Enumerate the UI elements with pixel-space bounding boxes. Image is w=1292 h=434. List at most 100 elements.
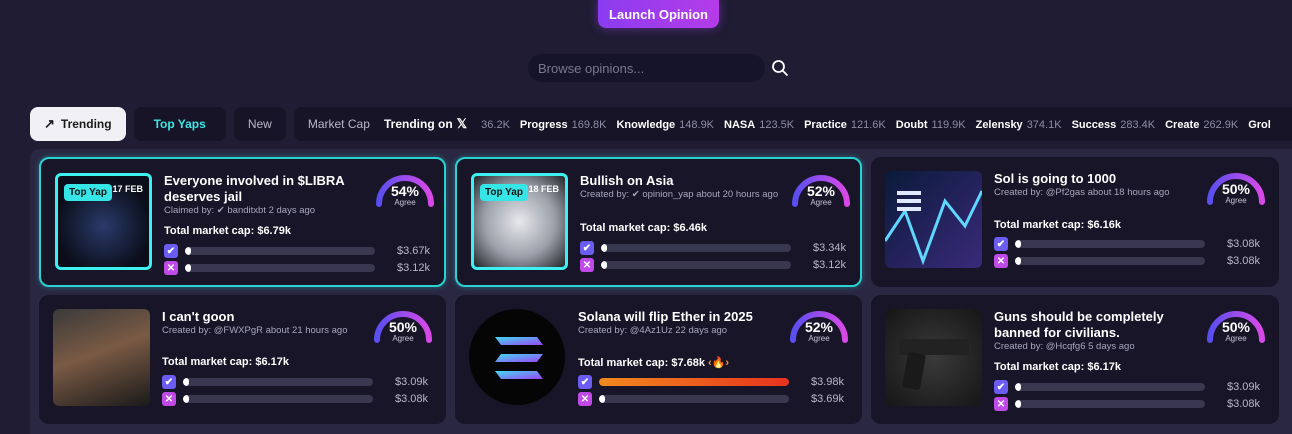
tab-label: Market Cap	[307, 117, 370, 131]
opinion-title[interactable]: Everyone involved in $LIBRA deserves jai…	[164, 173, 364, 205]
no-amount: $3.12k	[396, 262, 430, 274]
no-progress-fill	[1015, 257, 1021, 265]
opinion-thumbnail[interactable]	[885, 309, 982, 406]
ticker-item[interactable]: Zelensky 374.1K	[976, 119, 1062, 131]
yes-amount: $3.09k	[1226, 381, 1260, 393]
agree-percentage: 54%	[390, 183, 420, 199]
no-amount: $3.08k	[1226, 398, 1260, 410]
agree-percentage: 52%	[804, 319, 834, 335]
opinion-title[interactable]: Sol is going to 1000	[994, 171, 1194, 187]
ticker-item[interactable]: Grol	[1248, 119, 1271, 131]
yes-position-row[interactable]: ✔ $3.98k	[578, 375, 844, 389]
yes-position-row[interactable]: ✔ $3.67k	[164, 244, 430, 258]
opinion-card[interactable]: Top Yap 18 FEB Bullish on Asia Created by: …	[455, 157, 862, 287]
trending-icon: ↗	[44, 116, 55, 131]
launch-opinion-button[interactable]: Launch Opinion	[598, 0, 719, 28]
ticker-item[interactable]: Practice 121.6K	[804, 119, 886, 131]
market-cap-text: Total market cap: $6.46k	[580, 222, 707, 234]
ticker-keyword: Doubt	[895, 119, 928, 131]
yes-position-row[interactable]: ✔ $3.09k	[994, 380, 1260, 394]
opinion-thumbnail[interactable]	[53, 309, 150, 406]
opinion-thumbnail[interactable]: Top Yap 18 FEB	[471, 173, 568, 270]
yes-progress-fill	[1015, 383, 1021, 391]
opinion-author: Created by: @Pf2gas about 18 hours ago	[994, 187, 1170, 198]
opinion-title[interactable]: I can't goon	[162, 309, 362, 325]
no-position-row[interactable]: ✕ $3.12k	[164, 261, 430, 275]
disagree-x-icon[interactable]: ✕	[994, 397, 1008, 411]
disagree-x-icon[interactable]: ✕	[994, 254, 1008, 268]
ticker-item[interactable]: Create 262.9K	[1165, 119, 1238, 131]
ticker-count: 123.5K	[759, 119, 795, 131]
opinion-thumbnail[interactable]	[885, 171, 982, 268]
ticker-count: 121.6K	[850, 119, 886, 131]
ticker-item[interactable]: Knowledge 148.9K	[616, 119, 714, 131]
tab-label: Trending	[60, 117, 112, 131]
top-yap-badge: Top Yap	[480, 184, 528, 201]
tab-top-yaps[interactable]: Top Yaps	[133, 107, 226, 141]
yes-amount: $3.34k	[812, 242, 846, 254]
yes-position-row[interactable]: ✔ $3.09k	[162, 375, 428, 389]
yes-amount: $3.08k	[1226, 238, 1260, 250]
agree-checkbox-icon[interactable]: ✔	[578, 375, 592, 389]
disagree-x-icon[interactable]: ✕	[164, 261, 178, 275]
agree-percentage: 50%	[388, 319, 418, 335]
yes-position-row[interactable]: ✔ $3.08k	[994, 237, 1260, 251]
market-cap-text: Total market cap: $6.79k	[164, 225, 291, 237]
ticker-item[interactable]: 36.2K	[477, 119, 510, 131]
yes-progress-fill	[601, 244, 607, 252]
agree-percentage: 50%	[1221, 181, 1251, 197]
ticker-item[interactable]: Doubt 119.9K	[896, 119, 966, 131]
opinion-card[interactable]: Guns should be completely banned for civ…	[871, 295, 1279, 424]
agree-label: Agree	[392, 334, 414, 343]
yes-position-row[interactable]: ✔ $3.34k	[580, 241, 846, 255]
ticker-keyword: Create	[1165, 119, 1200, 131]
opinion-card[interactable]: Top Yap 17 FEB Everyone involved in $LIBRA…	[39, 157, 446, 287]
yes-progress-bar	[185, 247, 375, 255]
ticker-count: 262.9K	[1203, 119, 1239, 131]
yes-progress-fill	[183, 378, 189, 386]
opinion-card[interactable]: I can't goon Created by: @FWXPgR about 21…	[39, 295, 446, 424]
ticker-keyword: Success	[1071, 119, 1117, 131]
agree-checkbox-icon[interactable]: ✔	[580, 241, 594, 255]
opinion-card[interactable]: Solana will flip Ether in 2025 Created by…	[455, 295, 862, 424]
no-position-row[interactable]: ✕ $3.69k	[578, 392, 844, 406]
opinion-card[interactable]: Sol is going to 1000 Created by: @Pf2gas …	[871, 157, 1279, 287]
tab-label: New	[247, 117, 272, 131]
no-position-row[interactable]: ✕ $3.08k	[162, 392, 428, 406]
disagree-x-icon[interactable]: ✕	[578, 392, 592, 406]
opinion-thumbnail[interactable]: Top Yap 17 FEB	[55, 173, 152, 270]
ticker-keyword: NASA	[724, 119, 756, 131]
ticker-item[interactable]: Success 283.4K	[1072, 119, 1156, 131]
agree-checkbox-icon[interactable]: ✔	[162, 375, 176, 389]
opinion-thumbnail[interactable]	[469, 309, 566, 406]
filter-tabs: ↗ Trending Top Yaps New Market Cap	[30, 107, 384, 141]
no-position-row[interactable]: ✕ $3.08k	[994, 254, 1260, 268]
search-icon[interactable]	[771, 59, 789, 77]
ticker-item[interactable]: NASA 123.5K	[724, 119, 794, 131]
disagree-x-icon[interactable]: ✕	[162, 392, 176, 406]
opinion-title[interactable]: Bullish on Asia	[580, 173, 780, 189]
agree-checkbox-icon[interactable]: ✔	[164, 244, 178, 258]
tab-market-cap[interactable]: Market Cap	[293, 107, 384, 141]
ticker-keyword: Zelensky	[975, 119, 1023, 131]
search-input[interactable]	[538, 60, 765, 76]
no-position-row[interactable]: ✕ $3.12k	[580, 258, 846, 272]
no-position-row[interactable]: ✕ $3.08k	[994, 397, 1260, 411]
agree-checkbox-icon[interactable]: ✔	[994, 380, 1008, 394]
tab-new[interactable]: New	[233, 107, 286, 141]
no-progress-bar	[601, 261, 791, 269]
ticker-keyword: Grol	[1248, 119, 1271, 131]
yes-progress-fill	[185, 247, 191, 255]
opinion-title[interactable]: Solana will flip Ether in 2025	[578, 309, 778, 325]
ticker-title: Trending on	[384, 117, 453, 131]
ticker-count: 374.1K	[1026, 119, 1062, 131]
ticker-item[interactable]: Progress 169.8K	[520, 119, 607, 131]
disagree-x-icon[interactable]: ✕	[580, 258, 594, 272]
agree-checkbox-icon[interactable]: ✔	[994, 237, 1008, 251]
no-amount: $3.08k	[1226, 255, 1260, 267]
tab-trending[interactable]: ↗ Trending	[30, 107, 126, 141]
opinion-title[interactable]: Guns should be completely banned for civ…	[994, 309, 1194, 341]
no-amount: $3.69k	[810, 393, 844, 405]
solana-logo-icon	[469, 309, 565, 405]
yes-progress-bar	[1015, 383, 1205, 391]
